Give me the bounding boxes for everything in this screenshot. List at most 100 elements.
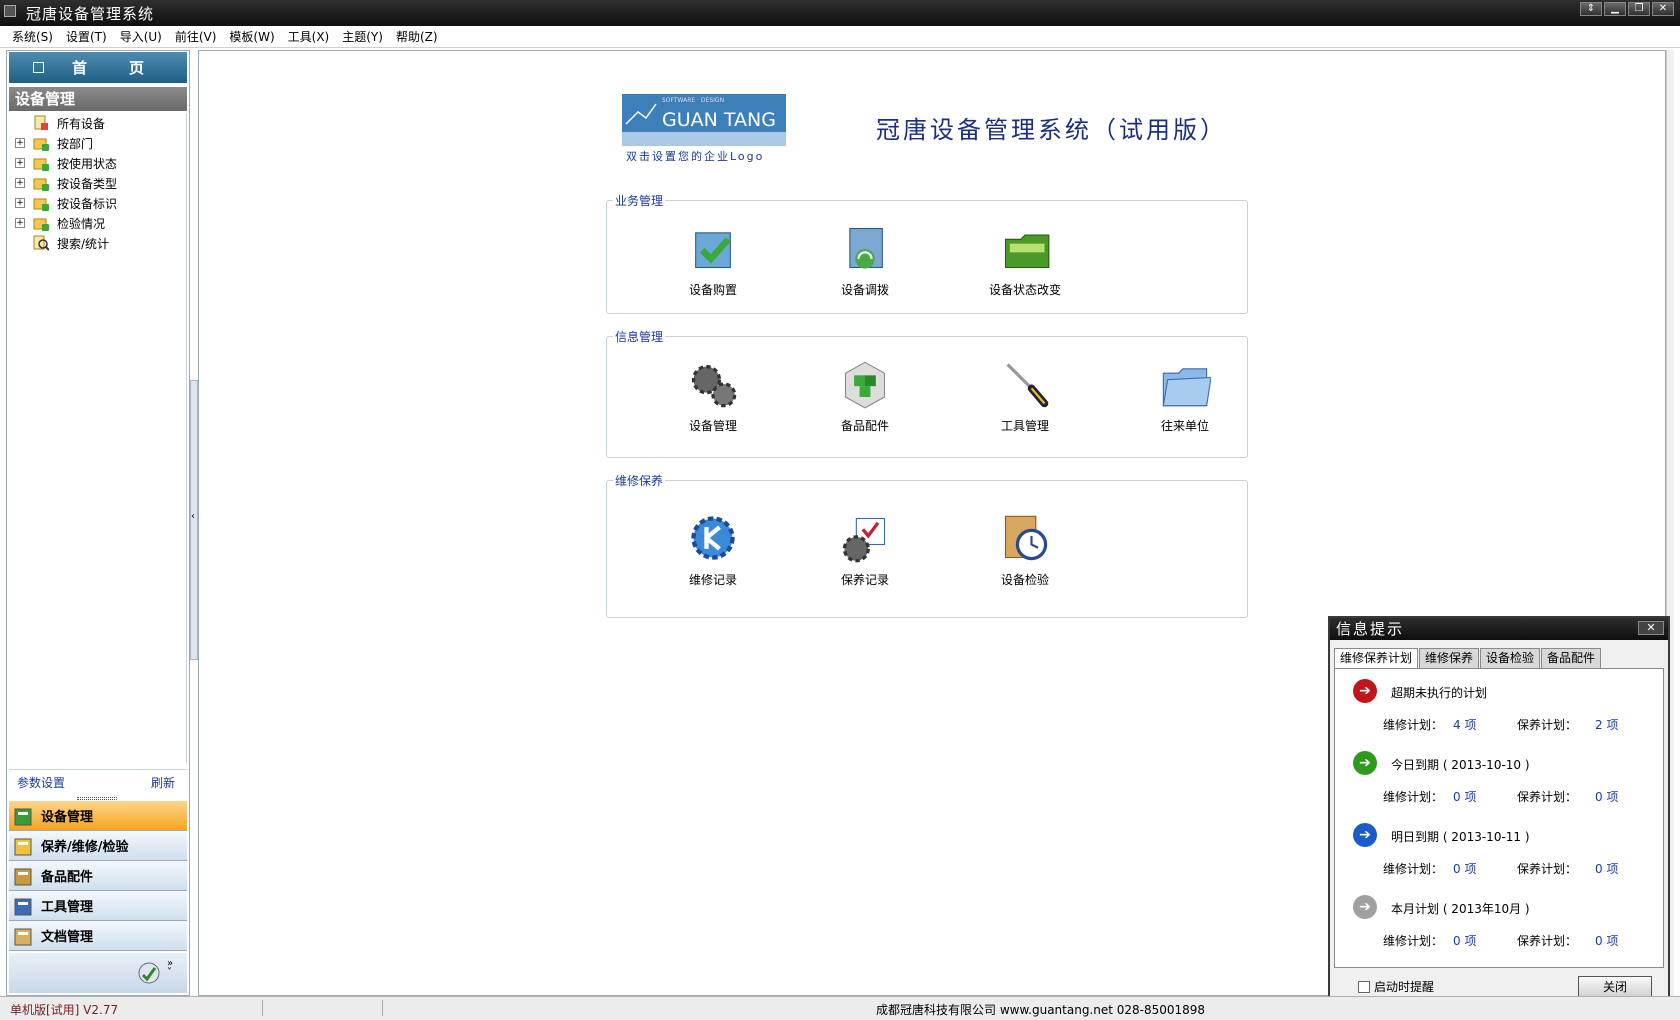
arrow-right-icon: ➔: [1353, 895, 1377, 919]
tile-icon: [1006, 363, 1049, 408]
menu-5[interactable]: 模板(W): [229, 28, 274, 45]
plan-title: 本月计划 ( 2013年10月 ): [1391, 902, 1530, 916]
maint-plan-label: 保养计划：: [1517, 790, 1578, 804]
folder-icon: [33, 218, 49, 231]
refresh-link[interactable]: 刷新: [151, 774, 175, 791]
tree-item-6[interactable]: + 检验情况: [9, 213, 186, 233]
menu-7[interactable]: 主题(Y): [342, 28, 383, 45]
menu-3[interactable]: 导入(U): [120, 28, 162, 45]
left-panel: 首 页 设备管理 所有设备 + 按部门 + 按使用状态 + 按设备类型 + 按设备标识 + 检验情况…: [6, 50, 190, 996]
popup-close-button[interactable]: 关闭: [1578, 976, 1652, 998]
menu-1[interactable]: 系统(S): [12, 28, 53, 45]
tile-2-2[interactable]: 备品配件: [810, 358, 920, 434]
tree-expand-icon[interactable]: +: [15, 198, 25, 208]
popup-tab-3[interactable]: 设备检验: [1480, 648, 1541, 668]
param-row: 参数设置 刷新: [9, 769, 187, 795]
nav-button-4[interactable]: 工具管理: [9, 891, 187, 921]
plan-row-1: ➔ 超期未执行的计划 维修计划： 4 项 保养计划： 2 项: [1335, 679, 1665, 749]
tree-expand-icon[interactable]: +: [15, 178, 25, 188]
tile-3-3[interactable]: 设备检验: [970, 512, 1080, 588]
maint-plan-count[interactable]: 2 项: [1595, 716, 1618, 733]
nav-button-5[interactable]: 文档管理: [9, 921, 187, 951]
logo-hint: 双击设置您的企业Logo: [626, 149, 764, 163]
tile-icon: [842, 517, 886, 563]
tree-expand-icon[interactable]: +: [15, 218, 25, 228]
repair-plan-count[interactable]: 0 项: [1453, 788, 1476, 805]
folder-icon: [33, 158, 49, 171]
popup-tab-4[interactable]: 备品配件: [1541, 648, 1602, 668]
window-controls: ⇕ ▁ ❐ ✕: [1580, 2, 1674, 16]
tile-1-1[interactable]: 设备购置: [658, 222, 768, 298]
tile-3-2[interactable]: 保养记录: [810, 512, 920, 588]
system-menu-icon[interactable]: [4, 5, 16, 17]
repair-plan-label: 维修计划：: [1383, 934, 1444, 948]
tile-2-3[interactable]: 工具管理: [970, 358, 1080, 434]
logo-tagline: SOFTWARE · DESIGN: [662, 97, 724, 104]
minimize-button[interactable]: ▁: [1604, 2, 1626, 16]
tree-item-4[interactable]: + 按设备类型: [9, 173, 186, 193]
tile-1-3[interactable]: 设备状态改变: [970, 222, 1080, 298]
tree-expand-icon[interactable]: +: [15, 158, 25, 168]
popup-close-icon[interactable]: ✕: [1638, 621, 1664, 635]
tree-item-label: 按设备类型: [57, 177, 118, 191]
tile-label: 备品配件: [840, 419, 889, 433]
tree-item-7[interactable]: 搜索/统计: [9, 233, 186, 253]
restore-down-icon[interactable]: ⇕: [1580, 2, 1602, 16]
tile-2-4[interactable]: 往来单位: [1130, 358, 1240, 434]
repair-plan-count[interactable]: 4 项: [1453, 716, 1476, 733]
tile-label: 设备管理: [688, 419, 737, 433]
plan-row-3: ➔ 明日到期 ( 2013-10-11 ) 维修计划： 0 项 保养计划： 0 项: [1335, 823, 1665, 893]
tile-2-1[interactable]: 设备管理: [658, 358, 768, 434]
nav-label: 文档管理: [41, 930, 94, 945]
nav-button-2[interactable]: 保养/维修/检验: [9, 831, 187, 861]
info-popup: 信息提示 ✕ 维修保养计划 维修保养 设备检验 备品配件 ➔ 超期未执行的计划 维修计划：…: [1328, 616, 1670, 1010]
plan-row-4: ➔ 本月计划 ( 2013年10月 ) 维修计划： 0 项 保养计划： 0 项: [1335, 895, 1665, 965]
expand-chevron-icon[interactable]: » ˅: [167, 959, 173, 978]
home-label-1: 首: [72, 59, 90, 77]
arrow-right-icon: ➔: [1353, 679, 1377, 703]
maint-plan-count[interactable]: 0 项: [1595, 932, 1618, 949]
splitter-grip[interactable]: [77, 797, 117, 800]
nav-icon: [14, 898, 32, 915]
repair-plan-label: 维修计划：: [1383, 718, 1444, 732]
repair-plan-count[interactable]: 0 项: [1453, 860, 1476, 877]
tree-expand-icon[interactable]: +: [15, 138, 25, 148]
menu-4[interactable]: 前往(V): [175, 28, 217, 45]
title-bar: 冠唐设备管理系统 ⇕ ▁ ❐ ✕: [0, 0, 1680, 26]
repair-plan-label: 维修计划：: [1383, 862, 1444, 876]
panel-collapse-handle[interactable]: ‹: [190, 380, 198, 660]
maint-plan-count[interactable]: 0 项: [1595, 860, 1618, 877]
menu-6[interactable]: 工具(X): [288, 28, 330, 45]
close-button[interactable]: ✕: [1652, 2, 1674, 16]
maximize-button[interactable]: ❐: [1628, 2, 1650, 16]
refresh-globe-icon[interactable]: [137, 961, 161, 985]
menu-2[interactable]: 设置(T): [66, 28, 107, 45]
startup-reminder[interactable]: 启动时提醒: [1358, 978, 1434, 995]
tree-item-3[interactable]: + 按使用状态: [9, 153, 186, 173]
tile-3-1[interactable]: 维修记录: [658, 512, 768, 588]
company-logo[interactable]: SOFTWARE · DESIGN GUAN TANG 双击设置您的企业Logo: [622, 94, 788, 164]
maint-plan-label: 保养计划：: [1517, 934, 1578, 948]
repair-plan-label: 维修计划：: [1383, 790, 1444, 804]
menu-8[interactable]: 帮助(Z): [396, 28, 438, 45]
tree-item-5[interactable]: + 按设备标识: [9, 193, 186, 213]
repair-plan-count[interactable]: 0 项: [1453, 932, 1476, 949]
tree-item-2[interactable]: + 按部门: [9, 133, 186, 153]
maint-plan-count[interactable]: 0 项: [1595, 788, 1618, 805]
tree-item-1[interactable]: 所有设备: [9, 113, 186, 133]
maint-plan-label: 保养计划：: [1517, 862, 1578, 876]
nav-button-3[interactable]: 备品配件: [9, 861, 187, 891]
app-title: 冠唐设备管理系统（试用版）: [876, 116, 1227, 144]
nav-button-1[interactable]: 设备管理: [9, 801, 187, 831]
startup-reminder-checkbox[interactable]: [1358, 980, 1370, 993]
param-settings-link[interactable]: 参数设置: [17, 774, 65, 791]
menu-bar: 系统(S) 设置(T) 导入(U) 前往(V) 模板(W) 工具(X) 主题(Y) 帮助(Z): [0, 26, 1680, 48]
tile-icon: [695, 232, 731, 269]
popup-tab-2[interactable]: 维修保养: [1419, 648, 1480, 668]
tile-1-2[interactable]: 设备调拨: [810, 222, 920, 298]
nav-label: 备品配件: [41, 870, 94, 885]
popup-tab-1[interactable]: 维修保养计划: [1334, 648, 1419, 669]
nav-icon: [14, 928, 32, 945]
nav-label: 保养/维修/检验: [41, 840, 129, 855]
home-button[interactable]: 首 页: [9, 52, 187, 83]
